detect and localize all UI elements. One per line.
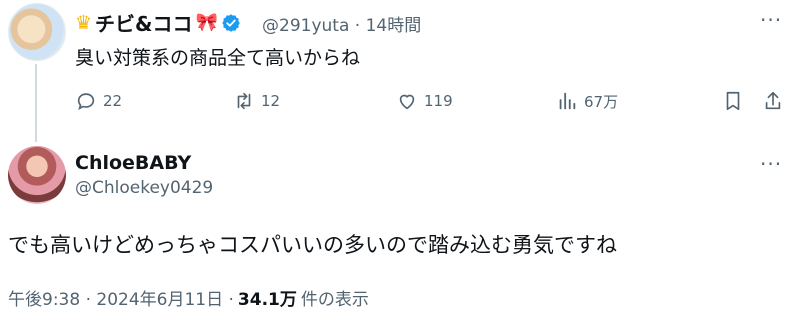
retweet-button[interactable]: 12 [233, 90, 280, 112]
bookmark-button[interactable] [722, 90, 744, 112]
reply-count: 22 [103, 92, 123, 110]
author-name[interactable]: ♛ チビ&ココ 🎀 [75, 8, 241, 37]
timestamp[interactable]: 午後9:38 · 2024年6月11日 · [8, 285, 234, 310]
analytics-icon [559, 92, 576, 110]
share-button[interactable] [762, 90, 784, 112]
thread-connector-line [35, 64, 37, 142]
handle[interactable]: @291yuta [262, 16, 349, 36]
handle-and-time: @291yuta · 14時間 [262, 11, 421, 36]
separator: · [354, 16, 361, 36]
views-button[interactable]: 67万 [556, 90, 618, 112]
tweet-text: でも高いけどめっちゃコスパいいの多いので踏み込む勇気ですね [8, 233, 617, 257]
bookmark-icon [726, 91, 740, 111]
verified-badge-icon [222, 13, 240, 32]
tweet-metadata: 午後9:38 · 2024年6月11日 · 34.1万 件の表示 [8, 285, 369, 310]
heart-icon [399, 94, 415, 110]
like-button[interactable]: 119 [396, 90, 453, 112]
like-count: 119 [424, 92, 453, 110]
display-name[interactable]: ChloeBABY [75, 152, 191, 174]
ribbon-icon: 🎀 [195, 12, 218, 33]
reply-icon [77, 93, 95, 110]
tweet-text: 臭い対策系の商品全て高いからね [75, 47, 361, 69]
more-options-icon[interactable]: ··· [760, 152, 782, 176]
retweet-count: 12 [261, 92, 281, 110]
more-options-icon[interactable]: ··· [760, 8, 782, 32]
share-icon [765, 91, 781, 110]
retweet-icon [237, 92, 251, 110]
reply-button[interactable]: 22 [75, 90, 122, 112]
views-value: 34.1万 [237, 290, 297, 310]
view-count: 67万 [584, 92, 619, 111]
avatar[interactable] [8, 3, 66, 61]
post-time[interactable]: 14時間 [366, 16, 422, 36]
crown-icon: ♛ [75, 11, 93, 34]
display-name[interactable]: チビ&ココ [95, 8, 192, 37]
handle[interactable]: @Chloekey0429 [75, 178, 213, 198]
avatar[interactable] [8, 146, 66, 204]
views-label: 件の表示 [300, 290, 369, 310]
